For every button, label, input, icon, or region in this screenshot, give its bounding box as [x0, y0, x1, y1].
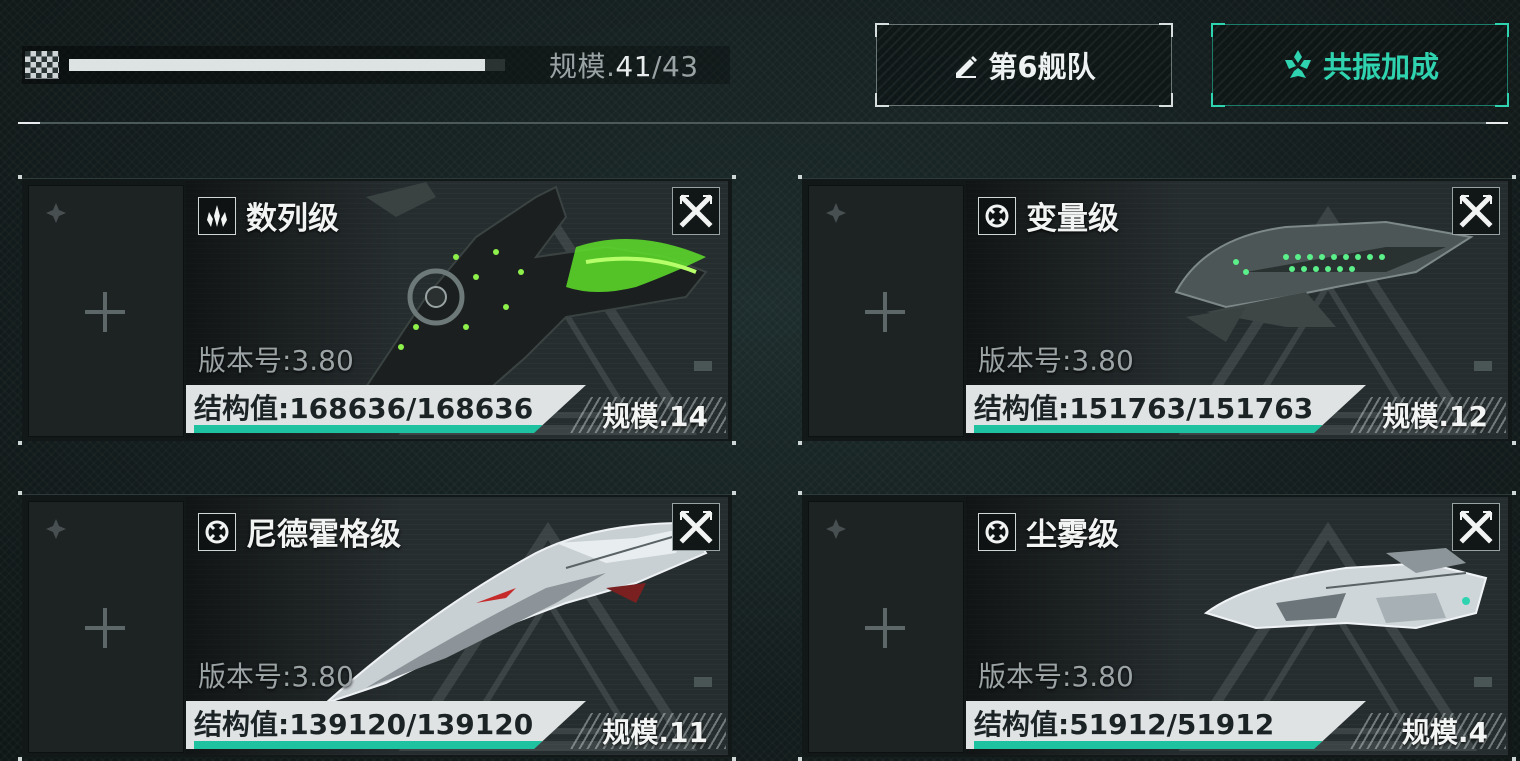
checkered-flag-icon: [25, 51, 59, 79]
ship-model-image: [1203, 548, 1488, 630]
structure-value: 结构值:51912/51912: [974, 708, 1275, 741]
ship-scale: 规模.14: [602, 400, 708, 433]
crystal-icon: [198, 196, 236, 235]
captain-slot[interactable]: [808, 501, 964, 753]
ship-panel[interactable]: 变量级 版本号:3.80 结构值:151763/151763 规模.12: [966, 181, 1508, 439]
ship-version: 版本号:3.80: [198, 660, 354, 693]
close-icon: [679, 194, 713, 228]
faction-emblem-icon: [46, 203, 66, 223]
ship-class-name: 尼德霍格级: [246, 517, 401, 553]
faction-emblem-icon: [46, 519, 66, 539]
fleet-scale-max: /43: [652, 50, 699, 83]
ship-card-1[interactable]: 数列级 版本号:3.80 结构值:168636/168636 规模.14: [18, 175, 736, 445]
ship-version: 版本号:3.80: [978, 344, 1134, 377]
ship-class-row: 尼德霍格级: [198, 509, 401, 554]
ship-class-row: 变量级: [978, 193, 1119, 238]
ship-serial-mark: [694, 361, 712, 371]
close-icon: [1459, 194, 1493, 228]
structure-value: 结构值:139120/139120: [194, 708, 534, 741]
remove-ship-button[interactable]: [1452, 503, 1500, 551]
ship-card-2[interactable]: 变量级 版本号:3.80 结构值:151763/151763 规模.12: [798, 175, 1516, 445]
add-captain-icon: [85, 608, 125, 648]
ship-panel[interactable]: 数列级 版本号:3.80 结构值:168636/168636 规模.14: [186, 181, 728, 439]
structure-box: 结构值:139120/139120: [186, 701, 586, 749]
ship-class-name: 变量级: [1026, 201, 1119, 237]
fleet-scale-fill: [69, 59, 485, 71]
ship-scale: 规模.12: [1382, 400, 1488, 433]
faction-emblem-icon: [826, 519, 846, 539]
fleet-scale-bar: 规模.41/43: [22, 46, 730, 84]
structure-bar-fill: [194, 425, 542, 433]
ship-model-image: [1174, 220, 1474, 342]
captain-slot[interactable]: [28, 501, 184, 753]
structure-bar: [974, 741, 1322, 749]
ship-scale: 规模.11: [602, 716, 708, 749]
edit-icon: [956, 56, 978, 78]
captain-slot[interactable]: [28, 185, 184, 437]
ship-class-name: 数列级: [246, 201, 339, 237]
structure-bar-fill: [974, 741, 1322, 749]
resonance-bonus-button[interactable]: 共振加成: [1211, 23, 1509, 107]
close-icon: [679, 510, 713, 544]
fleet-scale-track: [69, 59, 505, 71]
add-captain-icon: [865, 292, 905, 332]
resonance-icon: [1284, 50, 1311, 78]
add-captain-icon: [85, 292, 125, 332]
header-divider: [18, 122, 1508, 124]
remove-ship-button[interactable]: [672, 503, 720, 551]
structure-value: 结构值:168636/168636: [194, 392, 534, 425]
close-icon: [1459, 510, 1493, 544]
ship-model-image: [364, 182, 708, 394]
ship-card-3[interactable]: 尼德霍格级 版本号:3.80 结构值:139120/139120 规模.11: [18, 491, 736, 761]
structure-box: 结构值:151763/151763: [966, 385, 1366, 433]
ship-serial-mark: [694, 677, 712, 687]
structure-bar-fill: [194, 741, 542, 749]
resonance-bonus-label: 共振加成: [1322, 50, 1439, 84]
ship-serial-mark: [1474, 361, 1492, 371]
ship-version: 版本号:3.80: [978, 660, 1134, 693]
fleet-select-button[interactable]: 第6舰队: [875, 23, 1173, 107]
structure-box: 结构值:51912/51912: [966, 701, 1366, 749]
ship-serial-mark: [1474, 677, 1492, 687]
fleet-scale-current: 41: [615, 50, 653, 83]
ship-version: 版本号:3.80: [198, 344, 354, 377]
fleet-scale-text: 规模.41/43: [549, 45, 699, 85]
structure-box: 结构值:168636/168636: [186, 385, 586, 433]
ship-panel[interactable]: 尘雾级 版本号:3.80 结构值:51912/51912 规模.4: [966, 497, 1508, 755]
ship-class-row: 尘雾级: [978, 509, 1119, 554]
ship-panel[interactable]: 尼德霍格级 版本号:3.80 结构值:139120/139120 规模.11: [186, 497, 728, 755]
faction-emblem-icon: [826, 203, 846, 223]
structure-bar-fill: [974, 425, 1322, 433]
structure-bar: [974, 425, 1322, 433]
remove-ship-button[interactable]: [672, 187, 720, 235]
fleet-select-label: 第6舰队: [988, 50, 1096, 84]
structure-value: 结构值:151763/151763: [974, 392, 1314, 425]
add-captain-icon: [865, 608, 905, 648]
ship-class-name: 尘雾级: [1026, 517, 1119, 553]
captain-slot[interactable]: [808, 185, 964, 437]
structure-bar: [194, 741, 542, 749]
target-icon: [978, 196, 1016, 235]
ship-scale: 规模.4: [1401, 716, 1488, 749]
structure-bar: [194, 425, 542, 433]
ship-card-4[interactable]: 尘雾级 版本号:3.80 结构值:51912/51912 规模.4: [798, 491, 1516, 761]
target-icon: [978, 512, 1016, 551]
fleet-scale-label: 规模.: [549, 50, 616, 83]
ship-class-row: 数列级: [198, 193, 339, 238]
target-icon: [198, 512, 236, 551]
remove-ship-button[interactable]: [1452, 187, 1500, 235]
